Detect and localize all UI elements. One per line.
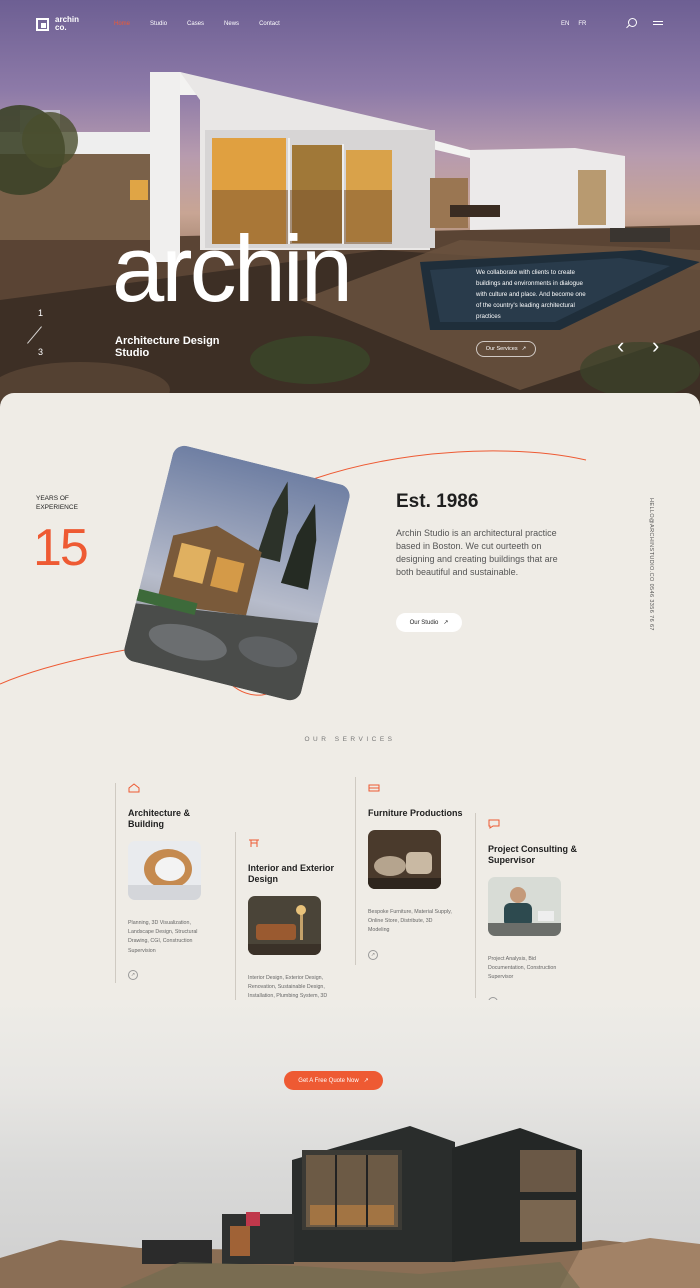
arrow-up-right-icon: ↗ xyxy=(363,1078,369,1084)
our-studio-button[interactable]: Our Studio ↗ xyxy=(396,613,462,632)
service-image xyxy=(248,896,321,955)
services-heading: OUR SERVICES xyxy=(304,736,396,743)
crane-icon xyxy=(249,839,259,847)
contact-info-vertical: HELLO@ARCHINSTUDIO.CO 0546 3356 76 67 xyxy=(648,498,654,631)
service-title: Furniture Productions xyxy=(368,808,463,818)
service-title: Project Consulting & Supervisor xyxy=(488,844,578,865)
service-image xyxy=(488,877,561,936)
arrow-up-right-icon[interactable]: ↗ xyxy=(128,969,138,980)
column-divider xyxy=(115,783,116,983)
arrow-up-right-icon: ↗ xyxy=(443,620,449,626)
service-furniture: Furniture Productions Bespoke Furniture,… xyxy=(355,777,478,965)
get-quote-label: Get A Free Quote Now xyxy=(298,1077,359,1084)
experience-label: YEARS OF EXPERIENCE xyxy=(36,495,78,511)
service-tags: Project Analysis, Bid Documentation, Con… xyxy=(488,956,557,981)
founded-heading: Est. 1986 xyxy=(396,491,479,512)
service-architecture: Architecture & Building Planning, 3D Vis… xyxy=(115,783,238,983)
service-title: Interior and Exterior Design xyxy=(248,863,335,884)
service-image xyxy=(368,830,441,889)
service-consulting: Project Consulting & Supervisor Project … xyxy=(475,813,598,1007)
service-tags: Bespoke Furniture, Material Supply, Onli… xyxy=(368,909,452,934)
service-title: Architecture & Building xyxy=(128,808,191,829)
experience-value: 15 xyxy=(33,519,89,577)
building-icon xyxy=(128,783,140,793)
column-divider xyxy=(355,777,356,965)
chat-icon xyxy=(488,819,500,829)
sofa-icon xyxy=(368,784,380,792)
bottom-hero-section xyxy=(0,1000,700,1288)
service-tags: Planning, 3D Visualization, Landscape De… xyxy=(128,920,198,954)
service-image xyxy=(128,841,201,900)
decorative-orbit-lines xyxy=(0,450,587,696)
arrow-up-right-icon[interactable]: ↗ xyxy=(368,949,378,960)
our-studio-label: Our Studio xyxy=(409,619,439,626)
get-quote-button[interactable]: Get A Free Quote Now ↗ xyxy=(284,1071,383,1090)
about-text: Archin Studio is an architectural practi… xyxy=(396,528,558,577)
dark-house-illustration xyxy=(0,1126,700,1288)
column-divider xyxy=(475,813,476,998)
